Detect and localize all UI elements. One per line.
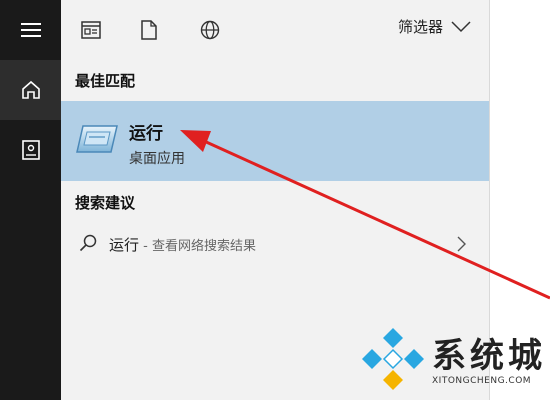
watermark-logo-icon <box>362 328 424 390</box>
annotation-arrow-line <box>203 139 550 300</box>
watermark-title: 系统城 <box>432 336 546 376</box>
watermark-url: XITONGCHENG.COM <box>432 376 532 386</box>
watermark: 系统城 XITONGCHENG.COM <box>360 316 550 400</box>
annotation-arrow-head <box>180 130 211 152</box>
